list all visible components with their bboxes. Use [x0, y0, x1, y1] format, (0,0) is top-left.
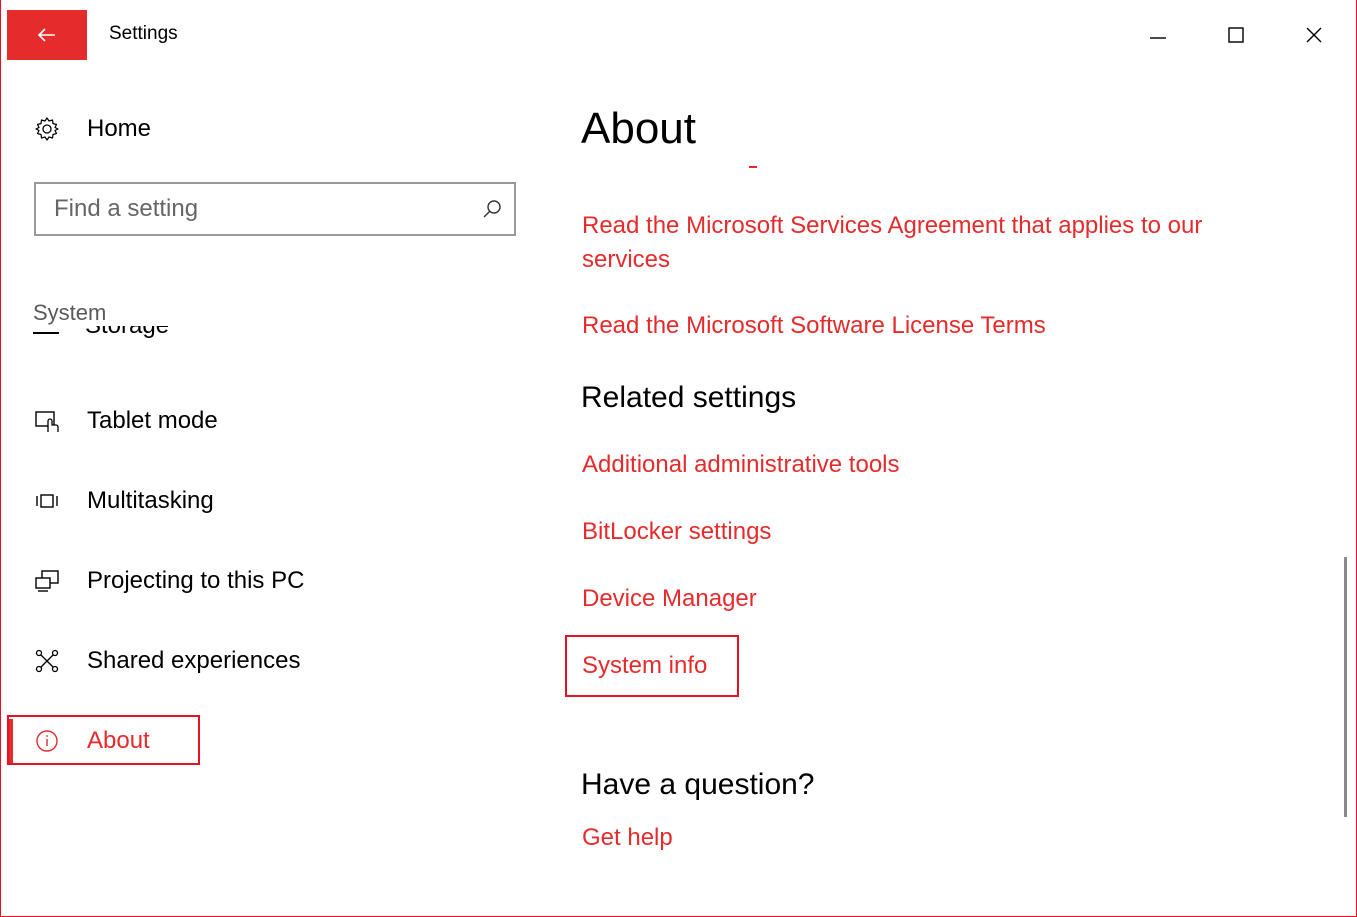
- search-box[interactable]: [34, 182, 516, 236]
- minimize-button[interactable]: [1119, 10, 1197, 60]
- system-info-highlight-box: [565, 635, 739, 697]
- sidebar-item-shared-experiences[interactable]: Shared experiences: [33, 641, 300, 681]
- storage-icon: [33, 332, 59, 334]
- get-help-link[interactable]: Get help: [582, 821, 673, 855]
- sidebar-item-label: Storage: [85, 326, 169, 340]
- projecting-icon: [33, 567, 61, 595]
- page-title: About: [581, 104, 696, 153]
- related-settings-heading: Related settings: [581, 381, 797, 414]
- sidebar-item-label: Shared experiences: [87, 647, 301, 674]
- sidebar-item-projecting[interactable]: Projecting to this PC: [33, 561, 304, 601]
- minimize-icon: [1150, 37, 1166, 39]
- close-button[interactable]: [1275, 10, 1353, 60]
- sidebar-item-label: Tablet mode: [87, 407, 218, 434]
- sidebar-item-storage[interactable]: Storage: [33, 326, 233, 352]
- back-button[interactable]: [7, 10, 87, 60]
- main-content: About Read the Microsoft Services Agreem…: [565, 68, 1321, 916]
- sidebar-item-multitasking[interactable]: Multitasking: [33, 481, 214, 521]
- question-heading: Have a question?: [581, 768, 815, 801]
- section-label-system: System: [33, 300, 113, 326]
- license-terms-link[interactable]: Read the Microsoft Software License Term…: [582, 309, 1046, 343]
- search-input[interactable]: [36, 184, 470, 234]
- home-label: Home: [87, 115, 152, 142]
- back-arrow-icon: [38, 28, 55, 42]
- shared-experiences-icon: [33, 647, 61, 675]
- about-highlight-box: [7, 715, 200, 765]
- search-icon[interactable]: [470, 184, 514, 234]
- tablet-mode-icon: [33, 407, 61, 435]
- sidebar-item-label: Projecting to this PC: [87, 567, 305, 594]
- gear-icon: [33, 115, 61, 143]
- sidebar: Home System Storage: [7, 68, 547, 916]
- window-title: Settings: [109, 23, 178, 44]
- admin-tools-link[interactable]: Additional administrative tools: [582, 448, 900, 482]
- maximize-icon: [1228, 27, 1244, 43]
- device-manager-link[interactable]: Device Manager: [582, 582, 757, 616]
- bitlocker-settings-link[interactable]: BitLocker settings: [582, 515, 771, 549]
- clipped-text-fragment: [581, 166, 781, 174]
- sidebar-item-tablet-mode[interactable]: Tablet mode: [33, 401, 218, 441]
- sidebar-item-label: Multitasking: [87, 487, 214, 514]
- settings-window: Settings Home Find a setting System Tabl…: [0, 0, 1357, 917]
- sidebar-item-home[interactable]: Home: [33, 115, 151, 143]
- title-bar: Settings: [1, 0, 1356, 68]
- services-agreement-link[interactable]: Read the Microsoft Services Agreement th…: [582, 209, 1262, 277]
- close-icon: [1306, 27, 1322, 43]
- maximize-button[interactable]: [1197, 10, 1275, 60]
- multitasking-icon: [33, 487, 61, 515]
- scrollbar-thumb[interactable]: [1344, 557, 1347, 817]
